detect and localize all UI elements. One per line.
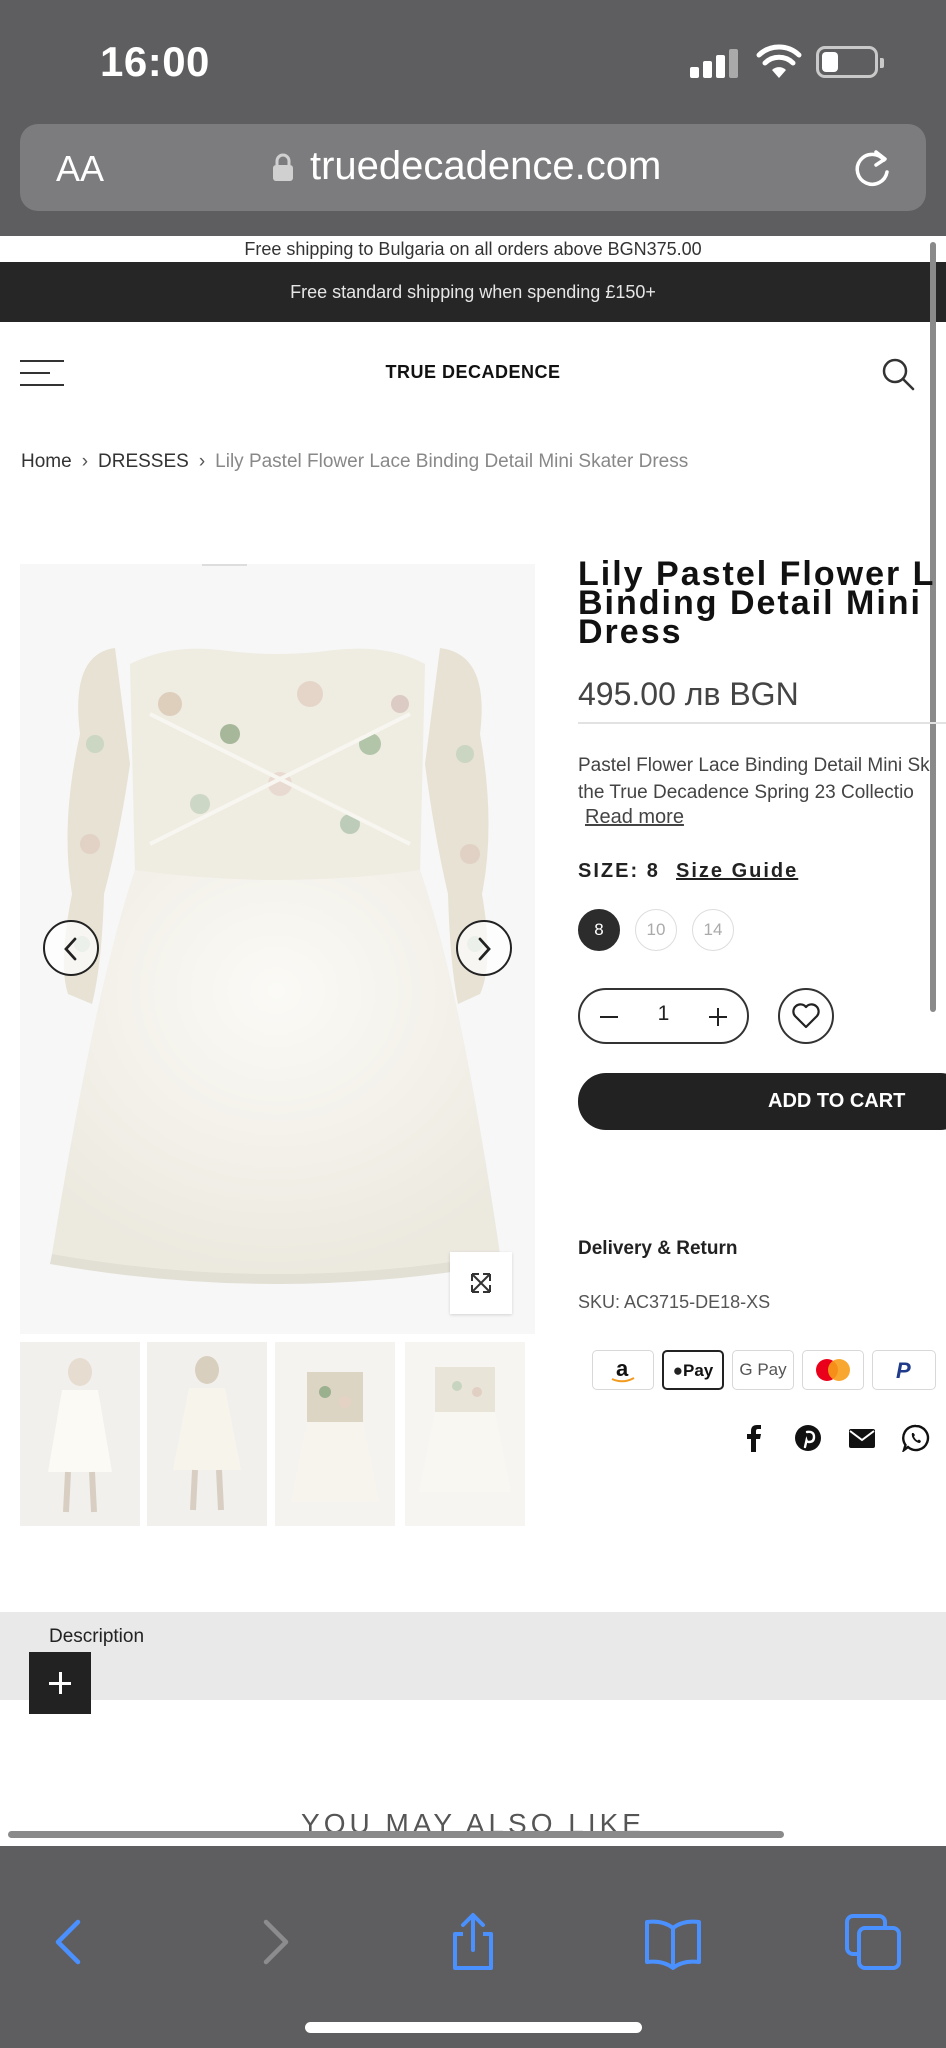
thumbnail-3[interactable] (275, 1342, 395, 1526)
product-title: Lily Pastel Flower L Binding Detail Mini… (578, 555, 936, 651)
svg-text:P: P (896, 1358, 911, 1383)
thumbnail-1[interactable] (20, 1342, 140, 1526)
expand-icon (471, 1273, 491, 1293)
mastercard-icon (816, 1359, 850, 1381)
next-image-button[interactable] (456, 920, 512, 976)
breadcrumb-home[interactable]: Home (21, 451, 72, 472)
product-price: 495.00 лв BGN (578, 676, 799, 712)
cellular-signal-icon (690, 48, 740, 78)
whatsapp-icon[interactable] (902, 1424, 930, 1452)
chevron-left-icon (64, 937, 77, 961)
quantity-stepper: 1 (578, 988, 749, 1044)
promo-banner: Free standard shipping when spending £15… (0, 262, 946, 322)
apple-icon: ● (672, 1361, 684, 1380)
description-label: Description (49, 1626, 145, 1647)
home-indicator[interactable] (305, 2022, 642, 2033)
reload-icon[interactable] (850, 146, 894, 190)
size-option-14[interactable]: 14 (692, 909, 734, 951)
product-description: Pastel Flower Lace Binding Detail Mini S… (578, 755, 930, 803)
email-icon[interactable] (848, 1424, 876, 1452)
wifi-icon (756, 44, 802, 78)
paypal-icon: P (896, 1358, 911, 1383)
svg-text:a: a (616, 1356, 629, 1381)
text-size-button[interactable]: AA (56, 148, 104, 190)
forward-icon[interactable] (244, 1912, 304, 1972)
zoom-image-button[interactable] (450, 1252, 512, 1314)
chevron-right-icon: › (198, 451, 206, 472)
paypal-badge: P (872, 1350, 936, 1390)
breadcrumb-current: Lily Pastel Flower Lace Binding Detail M… (215, 451, 689, 472)
sku: SKU: AC3715-DE18-XS (578, 1292, 771, 1312)
pinterest-icon[interactable] (794, 1424, 822, 1452)
safari-toolbar (0, 1846, 946, 2048)
google-pay-badge: G Pay (732, 1350, 794, 1390)
expand-description-button[interactable] (29, 1652, 91, 1714)
delivery-return-link[interactable]: Delivery & Return (578, 1238, 737, 1260)
lock-icon (273, 153, 293, 181)
breadcrumb: Home › DRESSES › Lily Pastel Flower Lace Bin… (21, 451, 688, 473)
read-more-link[interactable]: Read more (585, 806, 684, 829)
add-to-cart-button[interactable]: ADD TO CART (578, 1073, 946, 1130)
shipping-notice: Free shipping to Bulgaria on all orders … (0, 236, 946, 262)
search-icon[interactable] (880, 356, 916, 392)
thumbnail-4[interactable] (405, 1342, 525, 1526)
wishlist-button[interactable] (778, 988, 834, 1044)
tabs-icon[interactable] (843, 1912, 903, 1972)
amazon-icon: a (611, 1356, 635, 1383)
apple-pay-badge: ●Pay (662, 1350, 724, 1390)
back-icon[interactable] (40, 1912, 100, 1972)
horizontal-scrollbar[interactable] (8, 1831, 784, 1838)
bookmarks-icon[interactable] (643, 1912, 703, 1972)
chevron-right-icon (478, 937, 491, 961)
facebook-icon[interactable] (740, 1424, 768, 1452)
breadcrumb-category[interactable]: DRESSES (98, 451, 189, 472)
share-icon[interactable] (443, 1912, 503, 1972)
brand-logo[interactable]: TRUE DECADENCE (0, 362, 946, 383)
safari-top-bar: 16:00 AA truedecadence.com (0, 0, 946, 236)
heart-icon (792, 1003, 820, 1029)
quantity-input[interactable]: 1 (580, 1002, 747, 1026)
address-bar[interactable]: AA truedecadence.com (20, 124, 926, 211)
size-option-10[interactable]: 10 (635, 909, 677, 951)
amazon-pay-badge: a (592, 1350, 654, 1390)
battery-icon (816, 46, 884, 78)
description-accordion[interactable]: Description (0, 1612, 946, 1714)
size-label: SIZE: 8 (578, 860, 660, 882)
thumbnail-2[interactable] (147, 1342, 267, 1526)
url-text[interactable]: truedecadence.com (310, 144, 661, 189)
prev-image-button[interactable] (43, 920, 99, 976)
mastercard-badge (802, 1350, 864, 1390)
size-option-8[interactable]: 8 (578, 909, 620, 951)
thumbnail-strip (20, 1342, 535, 1527)
chevron-right-icon: › (81, 451, 89, 472)
size-guide-link[interactable]: Size Guide (676, 860, 798, 883)
divider (578, 722, 946, 724)
status-time: 16:00 (100, 38, 210, 85)
